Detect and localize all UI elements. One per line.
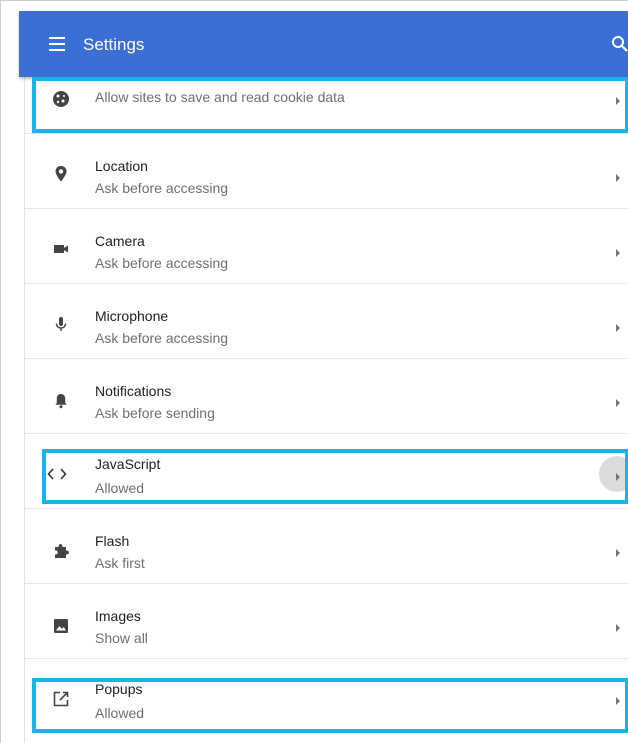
- chevron-right-icon: [614, 93, 622, 105]
- settings-row-description: Show all: [95, 630, 148, 646]
- settings-row-description: Ask before accessing: [95, 180, 229, 196]
- hamburger-menu-icon[interactable]: [49, 37, 65, 51]
- location-pin-icon: [49, 162, 73, 186]
- settings-row-description: Ask before accessing: [95, 330, 229, 346]
- image-icon: [49, 614, 73, 638]
- chevron-right-icon: [614, 395, 622, 407]
- puzzle-piece-icon: [49, 539, 73, 563]
- settings-row-label: Microphone: [95, 308, 169, 324]
- settings-row-description: Allow sites to save and read cookie data: [95, 89, 345, 105]
- settings-row-label: Flash: [95, 533, 130, 549]
- chevron-right-icon: [614, 170, 622, 182]
- settings-row-label: Notifications: [95, 383, 172, 399]
- open-in-new-icon: [49, 687, 73, 711]
- settings-header: Settings: [19, 11, 628, 77]
- settings-row-javascript[interactable]: JavaScript Allowed: [25, 434, 628, 509]
- settings-row-description: Allowed: [95, 705, 145, 721]
- settings-window: Cookies Allow sites to save and read coo…: [0, 0, 628, 743]
- chevron-right-icon: [614, 469, 622, 481]
- chevron-right-icon: [614, 320, 622, 332]
- chevron-right-icon: [614, 245, 622, 257]
- chevron-right-icon: [614, 545, 622, 557]
- search-icon[interactable]: [611, 35, 628, 53]
- cookie-icon: [49, 87, 73, 111]
- settings-row-camera[interactable]: Camera Ask before accessing: [25, 209, 628, 284]
- settings-row-label: Camera: [95, 233, 145, 249]
- settings-row-label: JavaScript: [95, 456, 161, 472]
- bell-icon: [49, 389, 73, 413]
- page-title: Settings: [83, 35, 145, 54]
- settings-row-label: Popups: [95, 681, 143, 697]
- settings-row-label: Location: [95, 158, 148, 174]
- settings-row-description: Ask first: [95, 555, 145, 571]
- chevron-right-icon: [614, 693, 622, 705]
- settings-row-notifications[interactable]: Notifications Ask before sending: [25, 359, 628, 434]
- settings-row-description: Allowed: [95, 480, 145, 496]
- site-settings-list: Cookies Allow sites to save and read coo…: [24, 65, 628, 743]
- settings-row-popups[interactable]: Popups Allowed: [25, 659, 628, 734]
- microphone-icon: [49, 312, 73, 336]
- settings-row-label: Images: [95, 608, 141, 624]
- settings-row-images[interactable]: Images Show all: [25, 584, 628, 659]
- camera-icon: [49, 237, 73, 261]
- settings-row-description: Ask before accessing: [95, 255, 229, 271]
- settings-row-description: Ask before sending: [95, 405, 215, 421]
- settings-row-microphone[interactable]: Microphone Ask before accessing: [25, 284, 628, 359]
- settings-row-location[interactable]: Location Ask before accessing: [25, 134, 628, 209]
- settings-row-flash[interactable]: Flash Ask first: [25, 509, 628, 584]
- chevron-right-icon: [614, 620, 622, 632]
- code-icon: [45, 462, 69, 486]
